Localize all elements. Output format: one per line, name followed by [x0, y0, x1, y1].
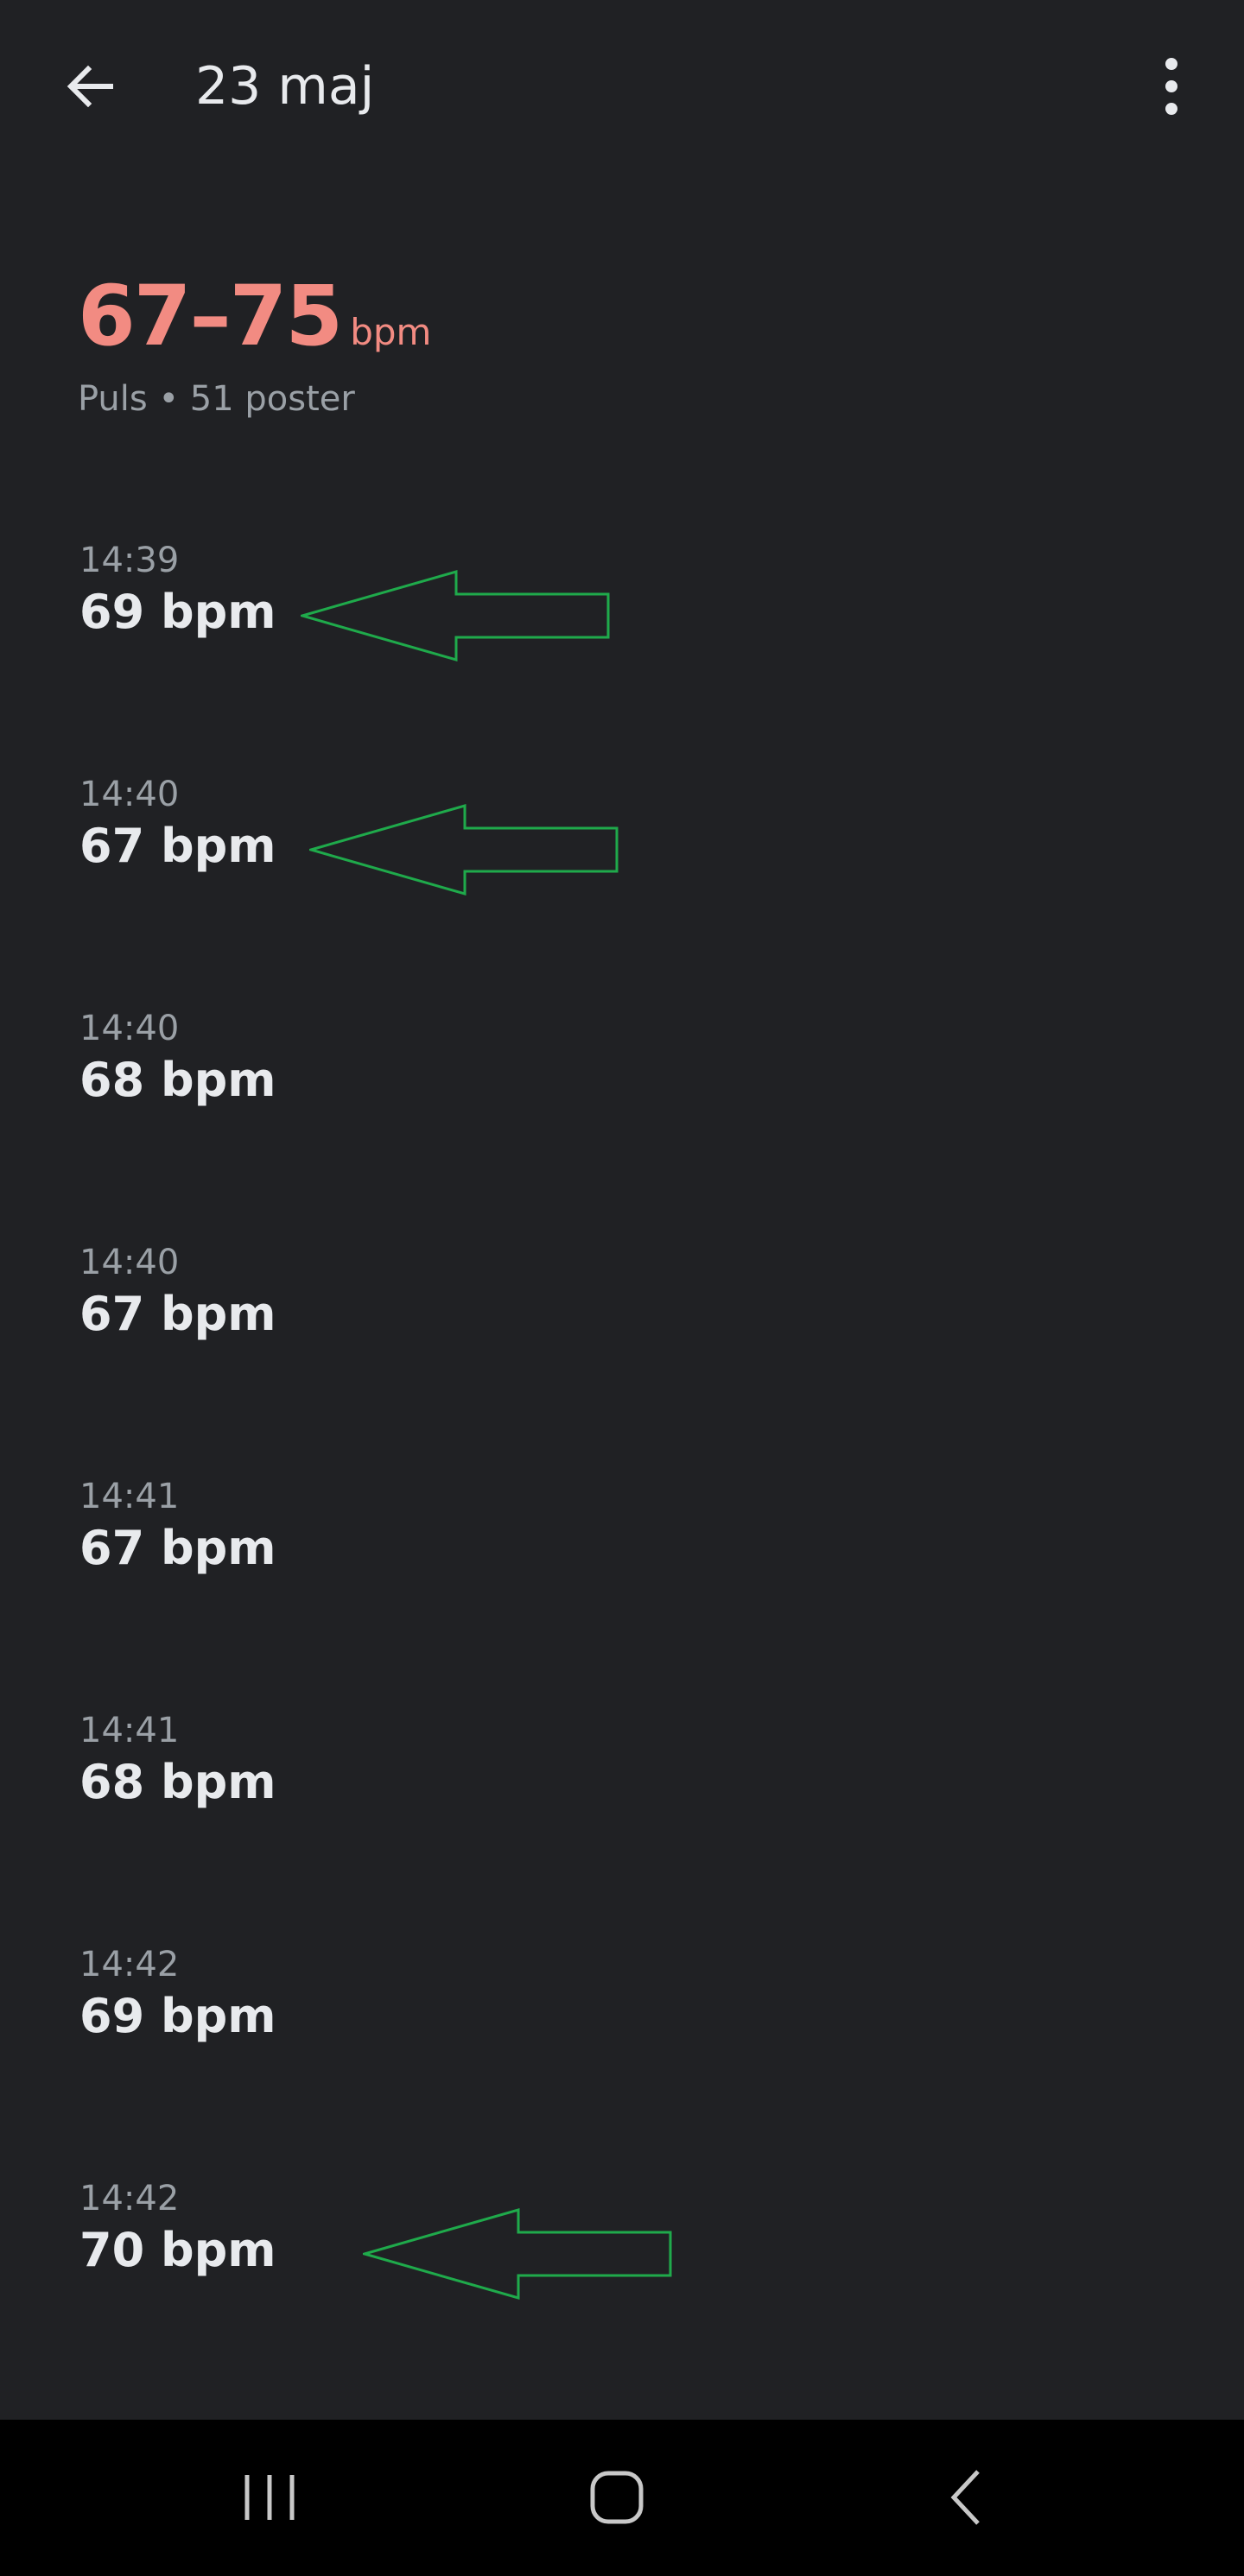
- more-vertical-icon: [1165, 58, 1177, 115]
- nav-back-button[interactable]: [914, 2454, 1018, 2541]
- reading-value: 67 bpm: [79, 819, 276, 873]
- left-arrow-outline-icon: [363, 2208, 672, 2300]
- reading-time: 14:41: [79, 1477, 180, 1516]
- heart-rate-range: 67–75: [78, 268, 343, 364]
- reading-time: 14:40: [79, 1243, 180, 1282]
- left-arrow-outline-icon: [309, 804, 619, 896]
- reading-time: 14:41: [79, 1711, 180, 1750]
- reading-item[interactable]: 14:42 69 bpm: [0, 1921, 1244, 2155]
- reading-item[interactable]: 14:40 67 bpm: [0, 1218, 1244, 1453]
- readings-list: 14:39 69 bpm 14:40 67 bpm 14:40 68 bpm 1…: [0, 516, 1244, 2389]
- heart-rate-unit: bpm: [350, 311, 432, 353]
- page-title: 23 maj: [195, 56, 375, 117]
- back-button[interactable]: [48, 45, 131, 128]
- reading-value: 67 bpm: [79, 1287, 276, 1341]
- reading-item[interactable]: 14:42 70 bpm: [0, 2155, 1244, 2389]
- reading-time: 14:40: [79, 775, 180, 814]
- reading-time: 14:40: [79, 1009, 180, 1048]
- reading-time: 14:39: [79, 541, 180, 580]
- reading-value: 68 bpm: [79, 1053, 276, 1107]
- reading-item[interactable]: 14:41 68 bpm: [0, 1687, 1244, 1921]
- reading-item[interactable]: 14:40 68 bpm: [0, 984, 1244, 1218]
- chevron-left-icon: [950, 2470, 980, 2525]
- reading-value: 68 bpm: [79, 1755, 276, 1809]
- summary-subtitle: Puls • 51 poster: [78, 379, 355, 419]
- home-icon: [590, 2471, 644, 2524]
- reading-item[interactable]: 14:39 69 bpm: [0, 516, 1244, 750]
- reading-item[interactable]: 14:40 67 bpm: [0, 750, 1244, 984]
- system-nav-bar: [0, 2420, 1244, 2576]
- reading-value: 69 bpm: [79, 585, 276, 639]
- app-bar: 23 maj: [0, 0, 1244, 173]
- reading-item[interactable]: 14:41 67 bpm: [0, 1453, 1244, 1687]
- range-line: 67–75 bpm: [78, 264, 431, 368]
- recents-button[interactable]: [218, 2454, 321, 2541]
- recents-icon: [244, 2475, 295, 2520]
- reading-time: 14:42: [79, 1945, 180, 1984]
- more-options-button[interactable]: [1130, 45, 1213, 128]
- home-button[interactable]: [565, 2454, 669, 2541]
- heart-rate-summary: 67–75 bpm Puls • 51 poster: [78, 264, 431, 421]
- reading-value: 69 bpm: [79, 1989, 276, 2043]
- left-arrow-outline-icon: [301, 570, 610, 661]
- reading-value: 67 bpm: [79, 1521, 276, 1575]
- arrow-left-icon: [67, 65, 113, 108]
